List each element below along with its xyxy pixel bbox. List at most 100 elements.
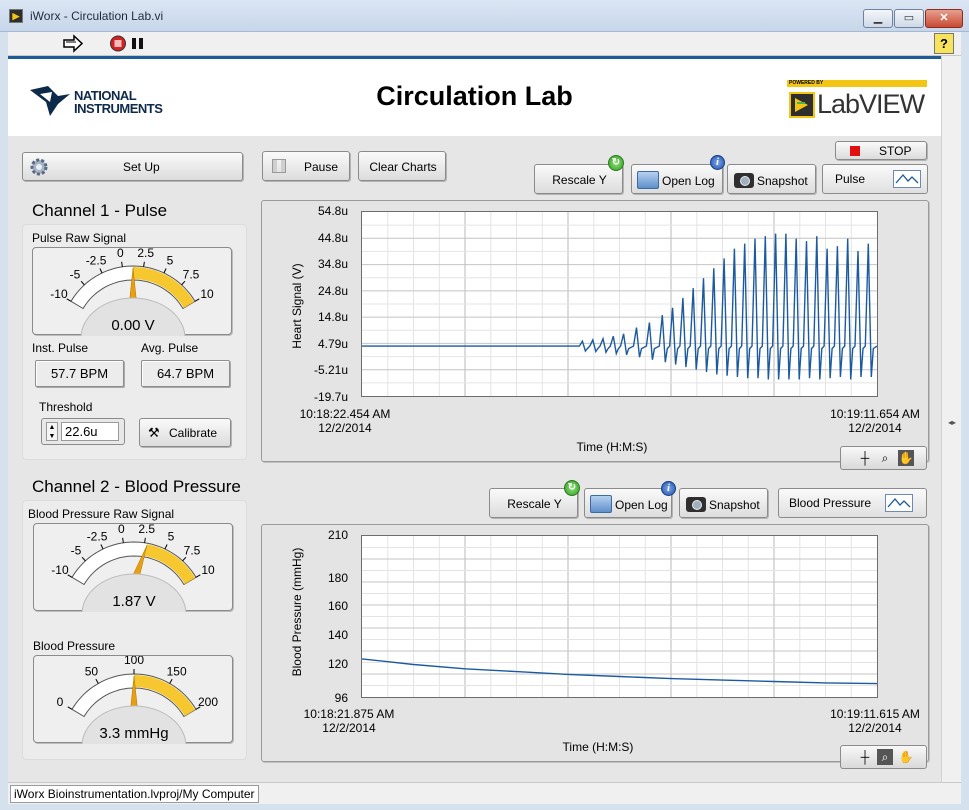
close-button[interactable]: ✕ bbox=[925, 9, 963, 28]
pulse-x-end-date: 12/2/2014 bbox=[848, 421, 902, 435]
bp-gauge-tick-mark bbox=[169, 678, 173, 684]
pan-tool-icon[interactable]: ✋ bbox=[898, 749, 914, 765]
abort-icon[interactable] bbox=[109, 34, 127, 53]
front-panel: NATIONAL INSTRUMENTS Circulation Lab POW… bbox=[8, 56, 941, 782]
folder-icon-2 bbox=[590, 495, 612, 513]
snapshot-label-2: Snapshot bbox=[709, 498, 760, 512]
rescale-y-label-2: Rescale Y bbox=[507, 497, 562, 511]
pulse-raw-gauge-dial: -10-5 -2.5 0 2.5 5 7.510 0.00 V bbox=[50, 248, 214, 336]
pulse-x-start-time: 10:18:22.454 AM bbox=[299, 407, 391, 421]
clear-charts-button[interactable]: Clear Charts bbox=[358, 151, 446, 181]
panel-header: NATIONAL INSTRUMENTS Circulation Lab POW… bbox=[8, 56, 941, 136]
app-icon: ▶ bbox=[9, 9, 23, 23]
pulse-x-end: 10:19:11.654 AM 12/2/2014 bbox=[815, 407, 935, 435]
info-icon-2: i bbox=[661, 481, 676, 496]
bp-gauge: 0 50 100 150 200 3.3 mmHg bbox=[33, 655, 233, 744]
camera-icon-1 bbox=[734, 173, 754, 188]
avg-pulse-label: Avg. Pulse bbox=[141, 341, 199, 355]
zoom-tool-icon[interactable]: ⌕ bbox=[877, 749, 893, 765]
stop-button[interactable]: STOP bbox=[835, 141, 927, 160]
horizontal-scrollbar[interactable] bbox=[268, 787, 938, 801]
vi-toolbar: ? bbox=[8, 32, 961, 56]
channel1-title: Channel 1 - Pulse bbox=[32, 201, 168, 220]
bp-raw-gauge: -10 -5 -2.5 0 2.5 5 7.5 10 1.87 V bbox=[33, 523, 233, 612]
bp-gauge-tick-label: 150 bbox=[167, 664, 187, 678]
bp-x-start-date: 12/2/2014 bbox=[322, 721, 376, 735]
setup-button[interactable]: Set Up bbox=[22, 152, 243, 181]
clear-charts-label: Clear Charts bbox=[369, 160, 437, 174]
bp-trace bbox=[362, 536, 877, 697]
pulse-plot-area[interactable] bbox=[361, 211, 878, 397]
threshold-stepper[interactable]: ▲ ▼ bbox=[46, 422, 58, 441]
snapshot-button-2[interactable]: Snapshot bbox=[679, 488, 768, 518]
pulse-gauge-tick-label: 0 bbox=[117, 248, 124, 260]
bp-x-start-time: 10:18:21.875 AM bbox=[303, 707, 395, 721]
minimize-button[interactable]: ▁ bbox=[863, 9, 893, 28]
bp-raw-gauge-tick-mark bbox=[144, 537, 146, 543]
bp-raw-gauge-tick-mark bbox=[195, 574, 201, 578]
pulse-gauge-tick-mark bbox=[121, 261, 123, 267]
pulse-gauge-tick-mark bbox=[80, 280, 85, 286]
pulse-legend[interactable]: Pulse bbox=[822, 164, 928, 194]
maximize-button[interactable]: ▭ bbox=[894, 9, 924, 28]
bp-raw-gauge-tick-label: 7.5 bbox=[184, 544, 201, 558]
pause-label: Pause bbox=[304, 160, 339, 174]
threshold-input[interactable]: 22.6u bbox=[61, 422, 119, 441]
bp-raw-gauge-tick-label: -10 bbox=[51, 563, 69, 577]
context-help-icon[interactable]: ? bbox=[934, 33, 954, 54]
pulse-gauge-tick-mark bbox=[194, 298, 200, 302]
open-log-button-2[interactable]: Open Log bbox=[584, 488, 672, 518]
pan-tool-icon[interactable]: ✋ bbox=[898, 450, 914, 466]
bp-y-tick: 140 bbox=[327, 628, 348, 643]
bp-raw-gauge-tick-label: -2.5 bbox=[87, 529, 108, 543]
open-log-label-2: Open Log bbox=[615, 498, 668, 512]
bp-raw-gauge-value: 1.87 V bbox=[112, 593, 155, 610]
bp-raw-gauge-tick-mark bbox=[122, 537, 124, 543]
pulse-y-tick: 4.79u bbox=[317, 336, 348, 351]
bp-gauge-tick-label: 50 bbox=[85, 664, 99, 678]
pause-icon bbox=[272, 159, 286, 173]
window-titlebar: ▶ iWorx - Circulation Lab.vi ▁ ▭ ✕ bbox=[0, 0, 969, 32]
bp-raw-gauge-tick-mark bbox=[164, 544, 168, 550]
refresh-icon-2: ↻ bbox=[564, 480, 580, 496]
status-bar: iWorx Bioinstrumentation.lvproj/My Compu… bbox=[8, 782, 961, 804]
bp-raw-gauge-tick-mark bbox=[182, 556, 187, 562]
pulse-x-start-date: 12/2/2014 bbox=[318, 421, 372, 435]
refresh-icon-1: ↻ bbox=[608, 155, 624, 171]
bp-gauge-tick-mark bbox=[67, 706, 73, 710]
calibrate-label: Calibrate bbox=[169, 426, 218, 440]
wand-icon: ⚒ bbox=[148, 425, 160, 440]
pulse-gauge-tick-label: 10 bbox=[200, 287, 214, 301]
open-log-label-1: Open Log bbox=[662, 174, 715, 188]
pause-icon[interactable] bbox=[129, 34, 147, 53]
pulse-y-tick: -5.21u bbox=[313, 363, 348, 378]
cursor-tool-icon[interactable]: ┼ bbox=[857, 450, 873, 466]
bp-x-title: Time (H:M:S) bbox=[562, 740, 634, 754]
bp-raw-gauge-dial: -10-5 -2.5 0 2.5 5 7.510 1.87 V bbox=[51, 524, 215, 612]
run-continuously-icon[interactable] bbox=[61, 34, 85, 53]
bp-plot-area[interactable] bbox=[361, 535, 878, 698]
bp-y-tick: 180 bbox=[327, 570, 348, 585]
bp-x-end: 10:19:11.615 AM 12/2/2014 bbox=[815, 707, 935, 735]
pulse-x-start: 10:18:22.454 AM 12/2/2014 bbox=[275, 407, 415, 435]
camera-icon-2 bbox=[686, 497, 706, 512]
calibrate-button[interactable]: ⚒ Calibrate bbox=[139, 418, 231, 447]
pause-button[interactable]: Pause bbox=[262, 151, 350, 181]
cursor-tool-icon[interactable]: ┼ bbox=[857, 749, 873, 765]
scroll-arrow-icon[interactable]: ◂▸ bbox=[942, 418, 962, 427]
bp-raw-gauge-tick-label: 2.5 bbox=[138, 524, 155, 536]
labview-powered-banner: POWERED BY bbox=[787, 80, 927, 87]
info-icon-1: i bbox=[710, 155, 725, 170]
vertical-scrollbar[interactable]: ◂▸ bbox=[941, 56, 961, 782]
pulse-gauge-tick-mark bbox=[99, 268, 103, 274]
pulse-gauge-tick-label: 5 bbox=[167, 253, 174, 267]
open-log-button-1[interactable]: Open Log bbox=[631, 164, 723, 194]
snapshot-button-1[interactable]: Snapshot bbox=[727, 164, 816, 194]
zoom-tool-icon[interactable]: ⌕ bbox=[877, 450, 893, 466]
pulse-gauge-tick-mark bbox=[163, 268, 167, 274]
stop-icon bbox=[850, 146, 860, 156]
bp-gauge-tick-label: 200 bbox=[198, 695, 218, 709]
pulse-raw-label: Pulse Raw Signal bbox=[32, 231, 127, 245]
bp-legend[interactable]: Blood Pressure bbox=[778, 488, 927, 518]
snapshot-label-1: Snapshot bbox=[757, 174, 808, 188]
